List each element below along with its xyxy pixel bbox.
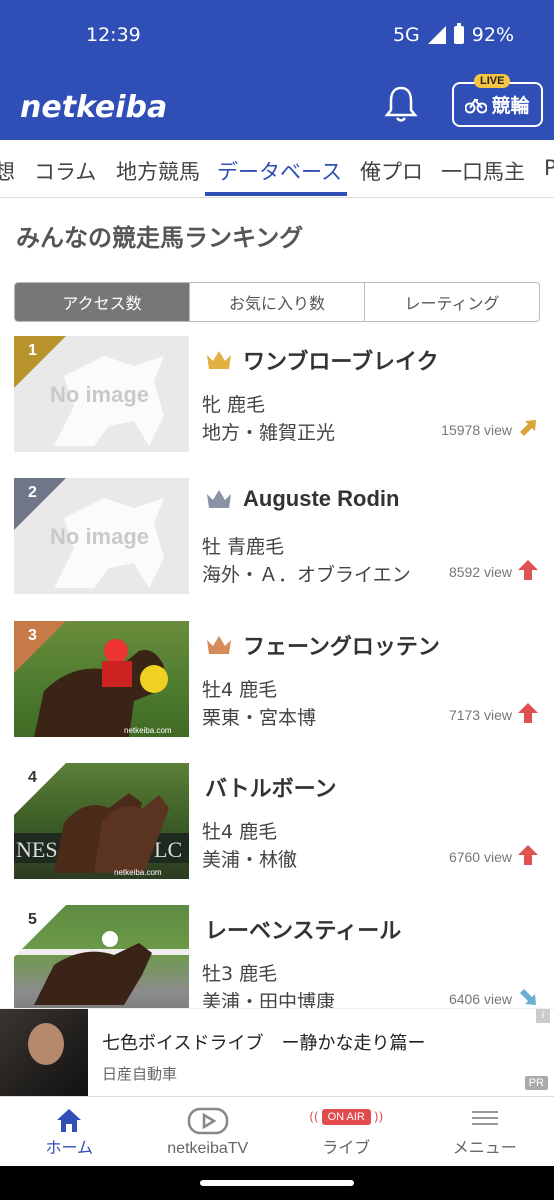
ad-sponsor: 日産自動車 (102, 1065, 178, 1083)
ad-info-icon[interactable]: i (536, 1009, 550, 1023)
horse-name: レーベンスティール (205, 919, 402, 944)
ranking-item[interactable]: No image 1 ワンブローブレイク 牝 鹿毛 地方・雑賀正光 15978 … (0, 336, 554, 456)
svg-text:netkeiba.com: netkeiba.com (124, 726, 172, 735)
ad-title: 七色ボイスドライブ ー静かな走り篇ー (102, 1033, 426, 1054)
horse-trainer: 美浦・林徹 (202, 849, 298, 871)
nav-menu[interactable]: メニュー (416, 1097, 554, 1166)
bicycle-icon (465, 97, 488, 113)
battery-icon (453, 23, 464, 44)
rank-number: 5 (28, 911, 37, 928)
view-count: 6406 view (448, 991, 512, 1007)
ad-pr-badge: PR (524, 1076, 548, 1090)
nav-home-label: ホーム (45, 1138, 94, 1157)
segment-rating[interactable]: レーティング (365, 283, 539, 321)
horse-trainer: 栗東・宮本博 (202, 707, 317, 729)
crown-icon (207, 636, 231, 654)
ad-image (0, 1009, 88, 1097)
view-count: 6760 view (448, 849, 512, 865)
tab-database[interactable]: データベース (217, 156, 342, 186)
horse-photo: 5 (14, 905, 189, 1021)
nav-home[interactable]: ホーム (0, 1097, 139, 1166)
horse-name: バトルボーン (205, 777, 337, 802)
horse-sex-color: 牡4 鹿毛 (202, 821, 278, 843)
trend-down-right-icon (520, 989, 536, 1005)
home-gesture-handle[interactable] (200, 1180, 354, 1186)
signal-icon (427, 26, 446, 44)
tab-partial-right[interactable]: P (544, 156, 554, 180)
nav-menu-label: メニュー (452, 1138, 517, 1157)
tab-local-racing[interactable]: 地方競馬 (116, 156, 200, 186)
category-tabs: 想 コラム 地方競馬 データベース 俺プロ 一口馬主 P (0, 140, 554, 198)
tab-column[interactable]: コラム (34, 156, 96, 186)
keirin-live-button[interactable]: LIVE 競輪 (452, 74, 543, 127)
tab-ore-pro[interactable]: 俺プロ (360, 156, 423, 186)
trend-up-icon (518, 845, 538, 865)
rank-number: 2 (28, 484, 37, 501)
horse-trainer: 海外・Ａ．オブライエン (202, 564, 411, 586)
ranking-item[interactable]: No image 2 Auguste Rodin 牡 青鹿毛 海外・Ａ．オブライ… (0, 478, 554, 598)
view-count: 15978 view (441, 422, 512, 438)
trend-up-icon (518, 560, 538, 580)
nav-netkeibatv[interactable]: netkeibaTV (139, 1097, 278, 1166)
live-badge: LIVE (474, 74, 511, 88)
ranking-item[interactable]: netkeiba.com 3 フェーングロッテン 牡4 鹿毛 栗東・宮本博 71… (0, 621, 554, 741)
horse-sex-color: 牡3 鹿毛 (202, 963, 278, 985)
bell-icon[interactable] (384, 84, 418, 124)
svg-text:netkeiba.com: netkeiba.com (114, 868, 162, 877)
horse-name: Auguste Rodin (243, 486, 400, 511)
rank-number: 1 (28, 342, 37, 359)
home-icon (57, 1109, 82, 1132)
bottom-navigation: ホーム netkeibaTV (( ON AIR )) ライブ メニュー (0, 1096, 554, 1166)
play-icon (187, 1107, 228, 1135)
tab-hitokuchi[interactable]: 一口馬主 (441, 156, 525, 186)
page-title: みんなの競走馬ランキング (16, 224, 304, 252)
rank-flag (14, 621, 66, 673)
crown-icon (207, 490, 231, 508)
app-header: 12:39 5G 92% netkeiba LIVE 競輪 (0, 0, 554, 140)
tab-partial-left[interactable]: 想 (0, 156, 15, 186)
rank-flag (14, 478, 66, 530)
rank-flag (14, 336, 66, 388)
ad-banner[interactable]: 七色ボイスドライブ ー静かな走り篇ー 日産自動車 i PR (0, 1008, 554, 1097)
battery-level: 92% (471, 24, 514, 46)
on-air-icon: (( ON AIR )) (309, 1109, 384, 1125)
horse-trainer: 地方・雑賀正光 (202, 422, 336, 444)
nav-tv-label: netkeibaTV (167, 1140, 249, 1157)
status-time: 12:39 (86, 24, 141, 46)
horse-thumbnail: No image 1 (14, 336, 189, 452)
horse-thumbnail: No image 2 (14, 478, 189, 594)
status-bar: 12:39 5G 92% (0, 23, 554, 52)
nav-live[interactable]: (( ON AIR )) ライブ (277, 1097, 416, 1166)
ranking-item[interactable]: NES LC netkeiba.com 4 バトルボーン 牡4 鹿毛 美浦・林徹… (0, 763, 554, 883)
horse-name: ワンブローブレイク (243, 350, 439, 375)
rank-number: 3 (28, 627, 37, 644)
svg-text:LC: LC (154, 837, 182, 862)
rank-flag (14, 905, 66, 957)
rank-flag (14, 763, 66, 815)
active-tab-indicator (205, 192, 347, 196)
segment-access[interactable]: アクセス数 (15, 283, 190, 321)
horse-sex-color: 牝 鹿毛 (202, 394, 266, 416)
segment-favorites[interactable]: お気に入り数 (190, 283, 365, 321)
netkeiba-logo[interactable]: netkeiba (20, 90, 167, 125)
ranking-type-switch: アクセス数 お気に入り数 レーティング (14, 282, 540, 322)
menu-icon (471, 1111, 498, 1125)
rank-number: 4 (28, 769, 37, 786)
horse-sex-color: 牡 青鹿毛 (202, 536, 285, 558)
view-count: 7173 view (448, 707, 512, 723)
trend-up-right-icon (520, 420, 536, 436)
horse-photo: NES LC netkeiba.com 4 (14, 763, 189, 879)
svg-text:NES: NES (16, 837, 58, 862)
horse-photo: netkeiba.com 3 (14, 621, 189, 737)
nav-live-label: ライブ (322, 1138, 371, 1157)
system-navigation-bar (0, 1166, 554, 1200)
trend-up-icon (518, 703, 538, 723)
live-label: 競輪 (491, 95, 530, 117)
crown-icon (207, 351, 231, 369)
horse-name: フェーングロッテン (243, 635, 440, 660)
horse-sex-color: 牡4 鹿毛 (202, 679, 278, 701)
network-label: 5G (392, 24, 420, 46)
ranking-item[interactable]: 5 レーベンスティール 牡3 鹿毛 美浦・田中博康 6406 view (0, 905, 554, 1025)
view-count: 8592 view (448, 564, 512, 580)
